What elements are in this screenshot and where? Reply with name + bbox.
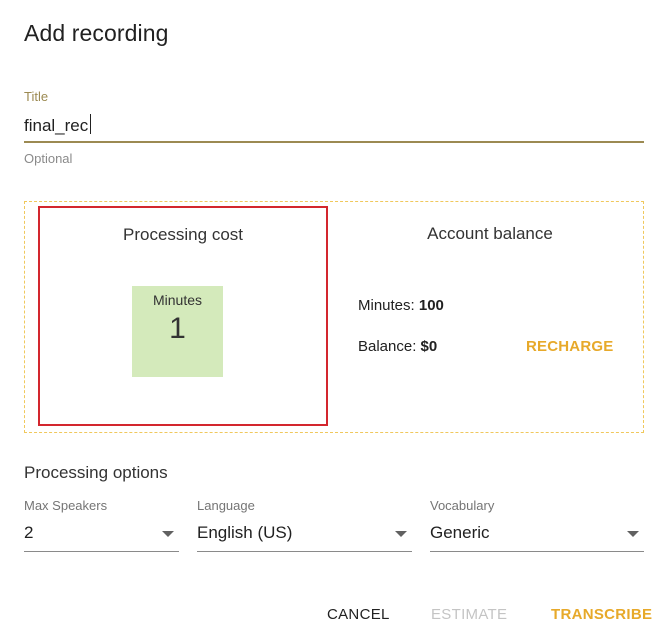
dropdown-arrow-icon [162,531,174,537]
language-value: English (US) [197,523,293,542]
account-minutes-label: Minutes: [358,297,415,314]
processing-options-heading: Processing options [24,463,168,482]
estimate-button[interactable]: ESTIMATE [431,606,507,623]
language-label: Language [197,498,255,513]
processing-cost-heading: Processing cost [123,225,243,244]
text-caret [90,114,91,134]
account-minutes-row: Minutes: 100 [358,297,444,314]
minutes-tile-label: Minutes [152,292,203,308]
dropdown-arrow-icon [627,531,639,537]
minutes-tile-value: 1 [169,312,186,345]
max-speakers-label: Max Speakers [24,498,108,513]
cancel-button[interactable]: CANCEL [327,606,390,623]
vocabulary-select[interactable]: Vocabulary Generic [430,498,644,552]
title-field-label: Title [24,89,49,104]
transcribe-button[interactable]: TRANSCRIBE [551,606,652,623]
vocabulary-label: Vocabulary [430,498,495,513]
processing-cost-box: Processing cost Minutes 1 [38,206,328,426]
account-balance-row: Balance: $0 [358,338,437,355]
language-select[interactable]: Language English (US) [197,498,412,552]
max-speakers-value: 2 [24,523,34,542]
account-balance-heading: Account balance [427,224,553,243]
title-field-helper: Optional [24,151,73,166]
max-speakers-select[interactable]: Max Speakers 2 [24,498,179,552]
minutes-tile: Minutes 1 [132,286,223,377]
account-balance-value: $0 [420,338,438,355]
title-input[interactable] [24,110,644,143]
dialog-title: Add recording [24,20,169,46]
recharge-button[interactable]: RECHARGE [526,338,613,355]
account-balance-label: Balance: [358,338,417,355]
vocabulary-value: Generic [430,523,490,542]
account-minutes-value: 100 [418,297,444,314]
dropdown-arrow-icon [395,531,407,537]
